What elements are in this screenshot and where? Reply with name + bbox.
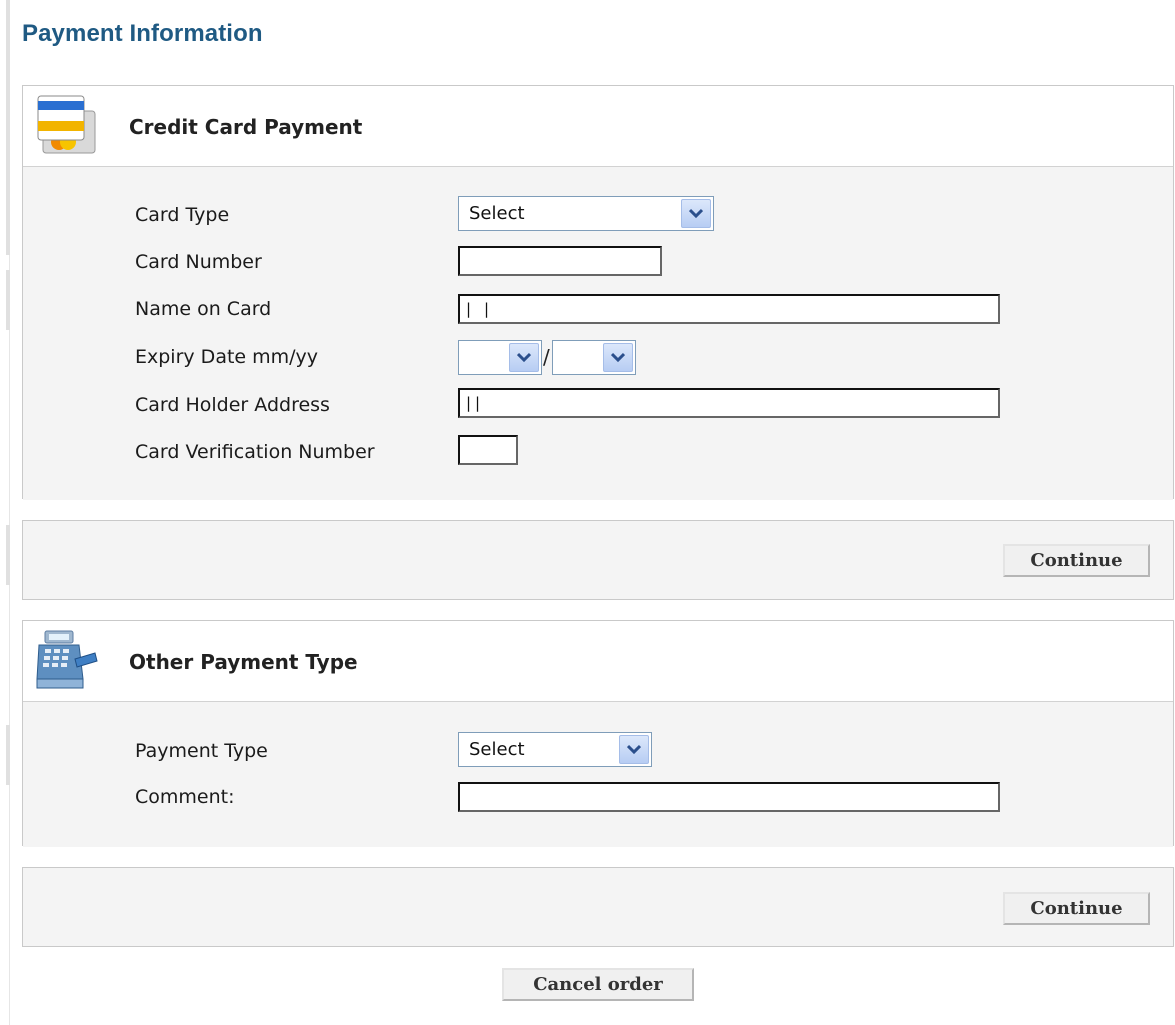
chevron-down-icon[interactable]: [681, 199, 711, 228]
cancel-order-button[interactable]: Cancel order: [502, 968, 694, 1001]
expiry-month-select[interactable]: [458, 340, 542, 375]
card-verification-number-label: Card Verification Number: [135, 441, 375, 463]
payment-type-selected-value: Select: [469, 739, 525, 760]
credit-card-panel-header: Credit Card Payment: [23, 86, 1173, 166]
comment-label: Comment:: [135, 786, 235, 808]
chevron-down-icon[interactable]: [509, 343, 539, 372]
card-type-select[interactable]: Select: [458, 196, 714, 231]
name-on-card-input[interactable]: [458, 294, 1000, 324]
credit-card-panel: Credit Card Payment Card Type Select Car…: [22, 85, 1174, 500]
other-payment-panel: Other Payment Type Payment Type Select C…: [22, 620, 1174, 847]
other-payment-continue-button[interactable]: Continue: [1003, 892, 1150, 925]
cash-register-icon: [35, 629, 99, 695]
expiry-separator: /: [543, 345, 550, 369]
chevron-down-icon[interactable]: [619, 735, 649, 764]
credit-card-continue-button[interactable]: Continue: [1003, 544, 1150, 577]
credit-card-form: Card Type Select Card Number Name on Car…: [23, 166, 1173, 500]
card-number-input[interactable]: [458, 246, 662, 276]
name-on-card-label: Name on Card: [135, 298, 272, 320]
expiry-date-label: Expiry Date mm/yy: [135, 346, 319, 368]
page-title: Payment Information: [22, 20, 263, 47]
other-payment-form: Payment Type Select Comment:: [23, 701, 1173, 847]
credit-card-actions-panel: Continue: [22, 520, 1174, 600]
card-verification-number-input[interactable]: [458, 435, 518, 465]
payment-type-select[interactable]: Select: [458, 732, 652, 767]
other-payment-panel-title: Other Payment Type: [129, 650, 358, 674]
card-number-label: Card Number: [135, 251, 262, 273]
left-margin-segment: [6, 270, 10, 330]
left-margin-segment: [6, 725, 10, 785]
left-margin-segment: [6, 0, 10, 255]
left-margin-segment: [6, 525, 10, 585]
card-type-label: Card Type: [135, 204, 230, 226]
other-payment-actions-panel: Continue: [22, 867, 1174, 947]
credit-card-panel-title: Credit Card Payment: [129, 115, 363, 139]
other-payment-panel-header: Other Payment Type: [23, 621, 1173, 701]
credit-card-icon: [37, 95, 97, 161]
card-holder-address-label: Card Holder Address: [135, 394, 330, 416]
card-type-selected-value: Select: [469, 203, 525, 224]
comment-input[interactable]: [458, 782, 1000, 812]
card-holder-address-input[interactable]: [458, 388, 1000, 418]
expiry-year-select[interactable]: [552, 340, 636, 375]
payment-type-label: Payment Type: [135, 740, 268, 762]
chevron-down-icon[interactable]: [603, 343, 633, 372]
